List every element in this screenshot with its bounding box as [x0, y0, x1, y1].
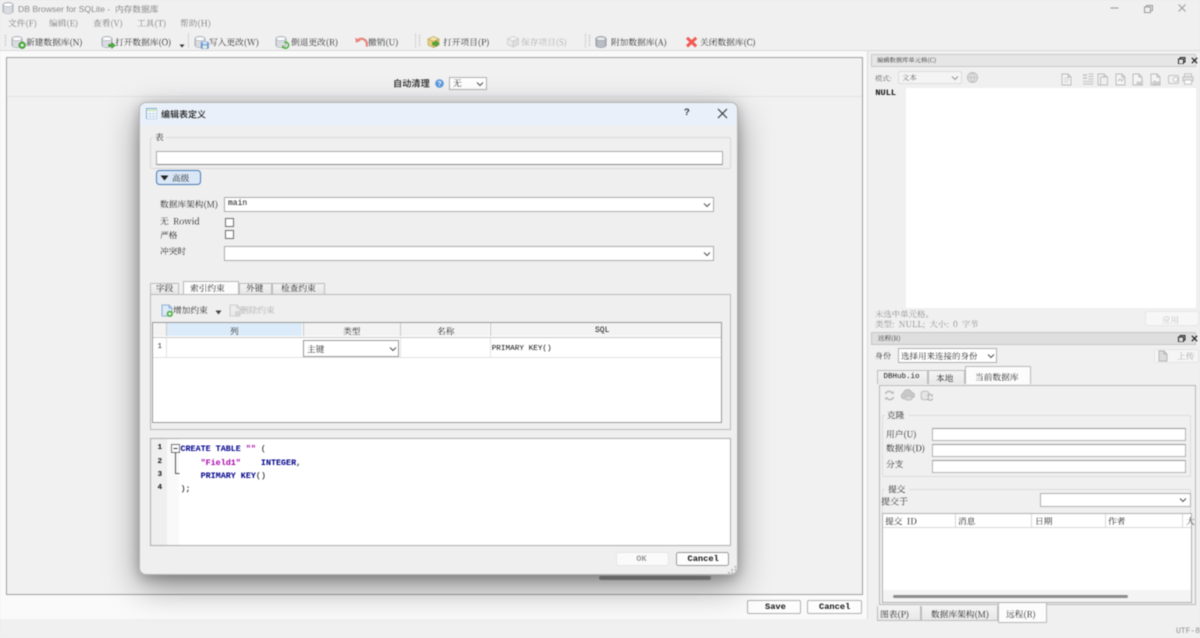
svg-text:?: ?	[437, 81, 441, 88]
